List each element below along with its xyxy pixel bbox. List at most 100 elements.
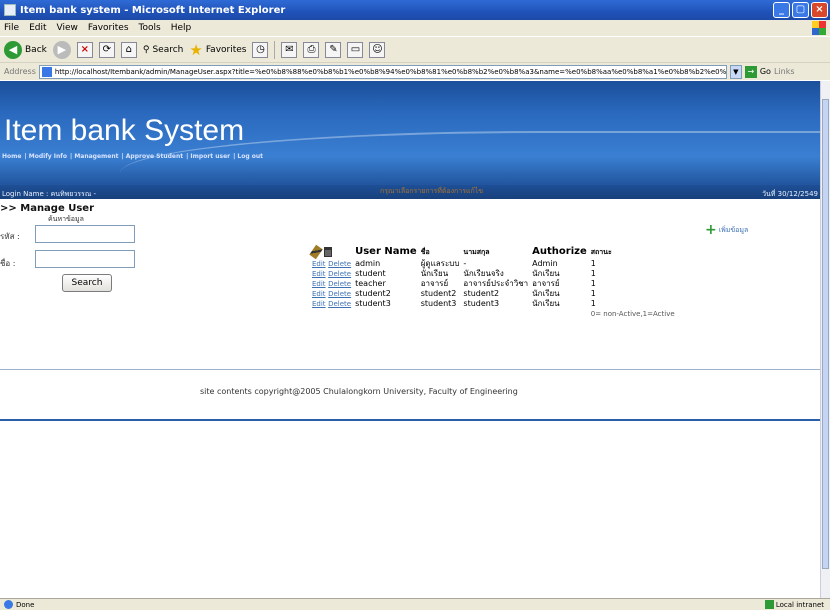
cell-authorize: Admin bbox=[532, 259, 558, 268]
close-button[interactable]: × bbox=[811, 2, 828, 18]
id-field-label: รหัส : bbox=[0, 232, 20, 241]
col-authorize: Authorize bbox=[532, 246, 587, 257]
delete-link[interactable]: Delete bbox=[328, 300, 351, 308]
edit-link[interactable]: Edit bbox=[312, 300, 326, 308]
address-input[interactable]: http://localhost/Itembank/admin/ManageUs… bbox=[38, 64, 727, 79]
copyright-text: site contents copyright@2005 Chulalongko… bbox=[200, 387, 518, 396]
address-dropdown-icon[interactable]: ▼ bbox=[729, 64, 742, 79]
table-row: Edit Delete student2 student2 student2 น… bbox=[310, 289, 677, 299]
cell-status: 1 bbox=[590, 279, 596, 288]
nav-approve-student[interactable]: Approve Student bbox=[126, 153, 183, 160]
folder-icon[interactable]: ▭ bbox=[347, 41, 364, 58]
col-username: User Name bbox=[355, 246, 417, 257]
back-button[interactable]: ◀ Back bbox=[4, 40, 47, 59]
nav-management[interactable]: Management bbox=[74, 153, 118, 160]
cell-username: teacher bbox=[355, 279, 386, 288]
name-field-label: ชื่อ : bbox=[0, 259, 16, 268]
ie-icon bbox=[4, 4, 16, 16]
print-icon[interactable]: ⎙ bbox=[303, 41, 320, 58]
forward-arrow-icon[interactable]: ▶ bbox=[52, 40, 71, 59]
back-arrow-icon: ◀ bbox=[4, 40, 22, 59]
footer-divider bbox=[0, 369, 820, 370]
cell-username: student2 bbox=[355, 289, 391, 298]
scrollbar-thumb[interactable] bbox=[822, 99, 829, 569]
cell-status: 1 bbox=[590, 269, 596, 278]
edit-page-icon[interactable]: ✎ bbox=[325, 41, 342, 58]
page-icon bbox=[41, 66, 52, 77]
page-viewport: Item bank System Home | Modify Info | Mana… bbox=[0, 81, 820, 598]
nav-home[interactable]: Home bbox=[2, 153, 21, 160]
minimize-button[interactable]: _ bbox=[773, 2, 790, 18]
cell-username: admin bbox=[355, 259, 381, 268]
menu-favorites[interactable]: Favorites bbox=[88, 23, 129, 33]
edit-link[interactable]: Edit bbox=[312, 260, 326, 268]
search-submit-button[interactable]: Search bbox=[62, 274, 112, 292]
col-firstname: ชื่อ bbox=[420, 248, 430, 256]
status-text: Done bbox=[16, 600, 35, 609]
user-table: User Name ชื่อ นามสกุล Authorize สถานะ E… bbox=[309, 244, 677, 319]
cell-authorize: นักเรียน bbox=[532, 299, 560, 308]
delete-link[interactable]: Delete bbox=[328, 290, 351, 298]
delete-link[interactable]: Delete bbox=[328, 280, 351, 288]
cell-firstname: ผู้ดูแลระบบ bbox=[420, 259, 460, 268]
back-label: Back bbox=[25, 44, 47, 55]
table-row: Edit Delete student3 student3 student3 น… bbox=[310, 299, 677, 309]
menu-view[interactable]: View bbox=[57, 23, 78, 33]
links-button[interactable]: Links bbox=[774, 67, 795, 76]
vertical-scrollbar[interactable] bbox=[820, 81, 830, 598]
edit-link[interactable]: Edit bbox=[312, 290, 326, 298]
toolbar-separator bbox=[274, 40, 276, 59]
mail-icon[interactable]: ✉ bbox=[281, 41, 298, 58]
cell-lastname: - bbox=[463, 259, 467, 268]
search-button[interactable]: ⚲ Search bbox=[143, 45, 184, 55]
edit-pencil-icon bbox=[309, 244, 323, 260]
go-button[interactable]: Go bbox=[760, 67, 771, 76]
nav-log-out[interactable]: Log out bbox=[237, 153, 263, 160]
nav-import-user[interactable]: Import user bbox=[190, 153, 230, 160]
favorites-button[interactable]: ★ Favorites bbox=[189, 41, 246, 59]
cell-status: 1 bbox=[590, 289, 596, 298]
cell-authorize: อาจารย์ bbox=[532, 279, 560, 288]
cell-lastname: student3 bbox=[463, 299, 500, 308]
delete-trash-icon bbox=[324, 247, 332, 257]
menu-edit[interactable]: Edit bbox=[29, 23, 46, 33]
history-icon[interactable]: ◷ bbox=[252, 41, 269, 58]
go-arrow-icon[interactable]: → bbox=[744, 65, 757, 78]
edit-link[interactable]: Edit bbox=[312, 270, 326, 278]
site-header: Item bank System Home | Modify Info | Mana… bbox=[0, 81, 820, 189]
edit-link[interactable]: Edit bbox=[312, 280, 326, 288]
table-row: Edit Delete student นักเรียน นักเรียนจริ… bbox=[310, 269, 677, 279]
id-search-input[interactable] bbox=[35, 225, 135, 243]
table-row: Edit Delete teacher อาจารย์ อาจารย์ประจำ… bbox=[310, 279, 677, 289]
search-label: Search bbox=[152, 44, 184, 55]
menu-help[interactable]: Help bbox=[171, 23, 192, 33]
zone-label: Local intranet bbox=[775, 600, 824, 609]
nav-modify-info[interactable]: Modify Info bbox=[29, 153, 67, 160]
maximize-button[interactable]: ▢ bbox=[792, 2, 809, 18]
delete-link[interactable]: Delete bbox=[328, 270, 351, 278]
cell-firstname: student2 bbox=[420, 289, 457, 298]
favorites-label: Favorites bbox=[205, 44, 247, 55]
cell-status: 1 bbox=[590, 299, 596, 308]
manage-user-title: >> Manage User bbox=[0, 203, 95, 214]
menu-tools[interactable]: Tools bbox=[139, 23, 161, 33]
footer-bar bbox=[0, 419, 820, 421]
refresh-icon[interactable]: ⟳ bbox=[98, 41, 115, 58]
menu-file[interactable]: File bbox=[4, 23, 19, 33]
messenger-icon[interactable]: ☺ bbox=[369, 41, 386, 58]
window-titlebar: Item bank system - Microsoft Internet Ex… bbox=[0, 0, 830, 20]
stop-icon[interactable]: × bbox=[76, 41, 93, 58]
add-record-link[interactable]: + เพิ่มข้อมูล bbox=[705, 223, 749, 237]
current-date: วันที่ 30/12/2549 bbox=[762, 190, 818, 198]
window-title: Item bank system - Microsoft Internet Ex… bbox=[20, 4, 286, 16]
delete-link[interactable]: Delete bbox=[328, 260, 351, 268]
address-bar: Address http://localhost/Itembank/admin/… bbox=[0, 62, 830, 80]
cell-status: 1 bbox=[590, 259, 596, 268]
menu-bar: File Edit View Favorites Tools Help bbox=[0, 20, 830, 36]
add-record-label: เพิ่มข้อมูล bbox=[718, 225, 749, 234]
name-search-input[interactable] bbox=[35, 250, 135, 268]
cell-firstname: นักเรียน bbox=[420, 269, 449, 278]
home-icon[interactable]: ⌂ bbox=[120, 41, 137, 58]
site-title: Item bank System bbox=[4, 114, 245, 147]
page-done-icon bbox=[4, 600, 13, 609]
